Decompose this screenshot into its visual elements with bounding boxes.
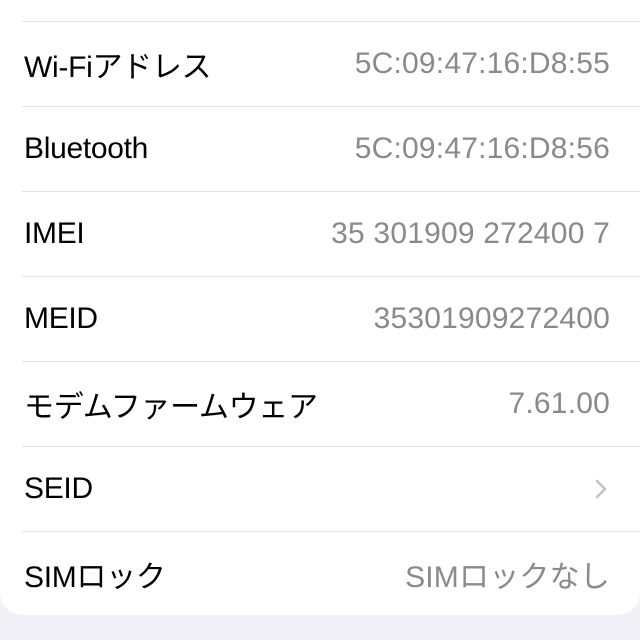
chevron-right-icon bbox=[595, 479, 607, 499]
imei-label: IMEI bbox=[24, 217, 85, 250]
meid-label: MEID bbox=[24, 302, 98, 335]
info-list: Wi-Fiアドレス 5C:09:47:16:D8:55 Bluetooth 5C… bbox=[0, 22, 640, 616]
meid-value[interactable]: 35301909272400 bbox=[374, 302, 610, 336]
row-modem-firmware: モデムファームウェア 7.61.00 bbox=[0, 361, 640, 446]
modem-firmware-value[interactable]: 7.61.00 bbox=[509, 387, 611, 421]
bluetooth-value[interactable]: 5C:09:47:16:D8:56 bbox=[355, 132, 610, 166]
sim-lock-label: SIMロック bbox=[24, 561, 166, 594]
wifi-address-label: Wi-Fiアドレス bbox=[24, 51, 212, 84]
about-info-card: Wi-Fiアドレス 5C:09:47:16:D8:55 Bluetooth 5C… bbox=[0, 0, 640, 615]
row-imei: IMEI 35 301909 272400 7 bbox=[0, 191, 640, 276]
row-meid: MEID 35301909272400 bbox=[0, 276, 640, 361]
imei-value[interactable]: 35 301909 272400 7 bbox=[331, 217, 610, 251]
row-wifi-address: Wi-Fiアドレス 5C:09:47:16:D8:55 bbox=[0, 22, 640, 106]
bluetooth-label: Bluetooth bbox=[24, 132, 149, 165]
row-sim-lock: SIMロック SIMロックなし bbox=[0, 531, 640, 616]
wifi-address-value[interactable]: 5C:09:47:16:D8:55 bbox=[355, 47, 610, 81]
row-bluetooth: Bluetooth 5C:09:47:16:D8:56 bbox=[0, 106, 640, 191]
sim-lock-value[interactable]: SIMロックなし bbox=[405, 552, 610, 596]
modem-firmware-label: モデムファームウェア bbox=[24, 391, 318, 424]
row-seid[interactable]: SEID bbox=[0, 446, 640, 531]
seid-label: SEID bbox=[24, 472, 93, 505]
